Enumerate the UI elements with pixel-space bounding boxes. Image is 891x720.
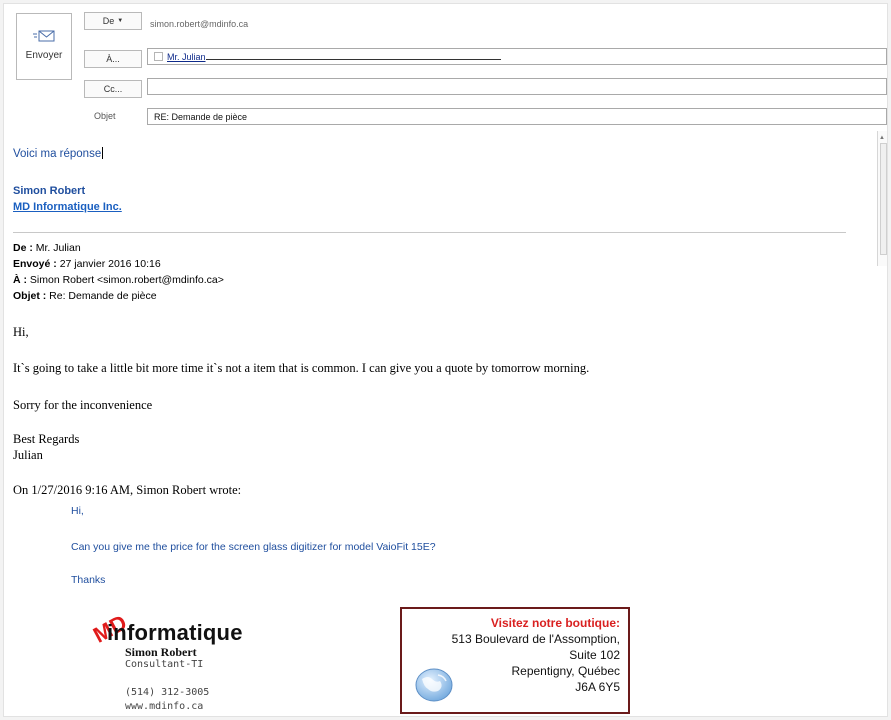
original-subject: Objet : Re: Demande de pièce [13, 290, 157, 302]
original-sent-value: 27 janvier 2016 10:16 [59, 258, 161, 270]
subject-label: Objet [94, 111, 116, 121]
cc-button[interactable]: Cc... [84, 80, 142, 98]
recipient-name[interactable]: Mr. Julian [167, 52, 206, 62]
brand-word: informatique [107, 620, 243, 645]
reply-text: Voici ma réponse [13, 148, 102, 160]
vertical-scrollbar[interactable]: ▲ [877, 131, 887, 266]
original-paragraph-1: It`s going to take a little bit more tim… [13, 361, 590, 375]
quoted-greeting: Hi, [71, 505, 84, 517]
quoted-thanks: Thanks [71, 574, 106, 586]
cc-button-label: Cc... [103, 84, 123, 94]
email-compose-window: Envoyer De ▼ simon.robert@mdinfo.ca À...… [3, 3, 888, 717]
logo-signature-name: Simon Robert [125, 645, 197, 659]
signature-company-link[interactable]: MD Informatique Inc. [13, 201, 122, 213]
original-closing-2: Julian [13, 448, 43, 462]
send-button[interactable]: Envoyer [16, 13, 72, 80]
reply-divider [13, 232, 846, 233]
recipient-underline [205, 53, 501, 60]
message-body-reply[interactable]: Voici ma réponse [13, 147, 104, 160]
original-greeting: Hi, [13, 325, 29, 339]
to-field[interactable]: Mr. Julian [147, 48, 887, 65]
from-button-label: De [102, 16, 115, 26]
store-title: Visitez notre boutique: [490, 616, 620, 630]
scroll-up-icon[interactable]: ▲ [879, 135, 885, 141]
from-button[interactable]: De ▼ [84, 12, 142, 30]
original-to-label: À : [13, 274, 27, 286]
subject-field[interactable]: RE: Demande de pièce [147, 108, 887, 125]
store-address-line-2: Suite 102 [569, 648, 620, 662]
recipient-checkbox-icon [154, 52, 163, 61]
original-subject-value: Re: Demande de pièce [49, 290, 157, 302]
to-button-label: À... [106, 54, 120, 64]
text-cursor [102, 147, 104, 159]
original-paragraph-2: Sorry for the inconvenience [13, 398, 153, 412]
store-address-line-1: 513 Boulevard de l'Assomption, [451, 632, 620, 646]
original-closing-1: Best Regards [13, 432, 80, 446]
cc-field[interactable] [147, 78, 887, 95]
original-from-value: Mr. Julian [35, 242, 81, 254]
original-to: À : Simon Robert <simon.robert@mdinfo.ca… [13, 274, 224, 286]
globe-icon [415, 668, 453, 702]
signature-name: Simon Robert [13, 185, 86, 197]
store-banner[interactable]: Visitez notre boutique: 513 Boulevard de… [400, 607, 630, 714]
original-from-label: De : [13, 242, 33, 254]
original-wrote-line: On 1/27/2016 9:16 AM, Simon Robert wrote… [13, 483, 242, 497]
original-to-value: Simon Robert <simon.robert@mdinfo.ca> [29, 274, 224, 286]
to-button[interactable]: À... [84, 50, 142, 68]
send-label: Envoyer [25, 50, 63, 61]
logo-signature-title: Consultant-TI [125, 659, 204, 670]
subject-value: RE: Demande de pièce [154, 111, 248, 122]
quoted-question: Can you give me the price for the screen… [71, 541, 436, 553]
store-address-line-3: Repentigny, Québec [511, 664, 620, 678]
company-logo-signature: MD informatique Simon Robert Consultant-… [89, 610, 299, 716]
store-address-line-4: J6A 6Y5 [575, 680, 620, 694]
original-subject-label: Objet : [13, 290, 47, 302]
chevron-down-icon: ▼ [117, 18, 124, 24]
from-address: simon.robert@mdinfo.ca [150, 19, 249, 29]
logo-signature-website: www.mdinfo.ca [125, 701, 204, 712]
original-from: De : Mr. Julian [13, 242, 81, 254]
original-sent: Envoyé : 27 janvier 2016 10:16 [13, 258, 161, 270]
send-icon [33, 30, 55, 42]
scrollbar-thumb[interactable] [880, 143, 887, 255]
logo-signature-phone: (514) 312-3005 [125, 687, 210, 698]
original-sent-label: Envoyé : [13, 258, 57, 270]
